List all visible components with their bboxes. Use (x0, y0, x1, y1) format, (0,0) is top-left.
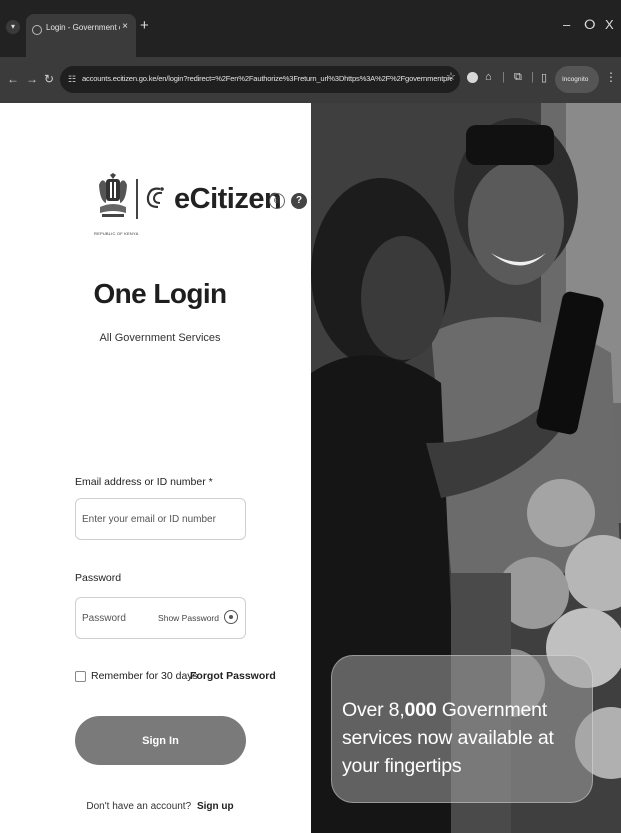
bookmark-star-icon[interactable]: ☆ (446, 70, 456, 83)
side-panel-icon[interactable]: ▯ (541, 71, 547, 84)
browser-tab-bar: ▾ Login - Government of Kenya | e × + – … (0, 0, 621, 57)
new-tab-button[interactable]: + (140, 18, 149, 33)
coat-caption: REPUBLIC OF KENYA (94, 231, 139, 236)
back-icon[interactable]: ← (7, 72, 19, 86)
toolbar-divider: | (502, 71, 505, 83)
tab-search-icon[interactable]: ▾ (6, 20, 20, 34)
tab-favicon-icon (32, 25, 42, 35)
tab-close-icon[interactable]: × (122, 21, 128, 32)
minimize-button[interactable]: – (563, 17, 570, 32)
browser-menu-icon[interactable]: ⋮ (605, 70, 617, 84)
ecitizen-mark-icon (146, 187, 164, 209)
restore-button[interactable]: ⵔ (584, 17, 596, 33)
close-window-button[interactable]: X (605, 17, 614, 32)
hero-caption: Over 8,000 Government services now avail… (342, 696, 592, 780)
hero-image: Over 8,000 Government services now avail… (311, 103, 621, 833)
incognito-badge[interactable]: Incognito (555, 66, 599, 93)
reload-icon[interactable]: ↻ (44, 72, 54, 86)
url-text[interactable]: accounts.ecitizen.go.ke/en/login?redirec… (82, 74, 452, 83)
sign-up-link[interactable]: Sign up (197, 801, 234, 812)
address-bar[interactable]: ☷ accounts.ecitizen.go.ke/en/login?redir… (60, 66, 460, 93)
tab-title: Login - Government of Kenya | e (46, 23, 120, 32)
login-page: REPUBLIC OF KENYA eCitizen ⊕ ? One Login… (0, 103, 621, 833)
toolbar-divider: | (531, 71, 534, 83)
browser-toolbar: ← → ↻ ☷ accounts.ecitizen.go.ke/en/login… (0, 57, 621, 103)
extension-icon[interactable] (467, 72, 478, 83)
extension-icon-2[interactable]: ⌂ (485, 71, 492, 83)
forward-icon[interactable]: → (26, 72, 38, 86)
kenya-coat-of-arms-icon (99, 173, 127, 217)
hero-caption-card: Over 8,000 Government services now avail… (331, 655, 593, 803)
eye-icon[interactable] (224, 610, 238, 624)
email-field[interactable] (76, 499, 245, 539)
help-icon[interactable]: ? (291, 193, 307, 209)
password-label: Password (75, 572, 122, 584)
site-info-icon[interactable]: ☷ (68, 74, 76, 85)
language-globe-icon[interactable]: ⊕ (269, 193, 285, 209)
page-title: One Login (93, 278, 227, 309)
no-account-text: Don't have an account? (86, 801, 192, 812)
show-password-toggle[interactable]: Show Password (158, 613, 219, 623)
logo-divider (136, 179, 138, 219)
signup-prompt: Don't have an account? Sign up (60, 801, 260, 812)
hero-caption-bold: 000 (404, 699, 437, 721)
browser-tab[interactable]: Login - Government of Kenya | e × (26, 14, 136, 57)
sign-in-button[interactable]: Sign In (75, 716, 246, 765)
hero-caption-prefix: Over 8, (342, 699, 405, 721)
incognito-label: Incognito (562, 76, 589, 83)
remember-label: Remember for 30 days (91, 670, 198, 682)
page-subtitle: All Government Services (99, 332, 221, 344)
email-label: Email address or ID number * (75, 476, 213, 488)
email-field-wrapper (75, 498, 246, 540)
password-field-wrapper: Show Password (75, 597, 246, 639)
remember-checkbox[interactable] (75, 671, 86, 682)
brand-name: eCitizen (174, 183, 282, 215)
extensions-puzzle-icon[interactable]: ⧉ (514, 71, 522, 84)
forgot-password-link[interactable]: Forgot Password (190, 670, 276, 682)
